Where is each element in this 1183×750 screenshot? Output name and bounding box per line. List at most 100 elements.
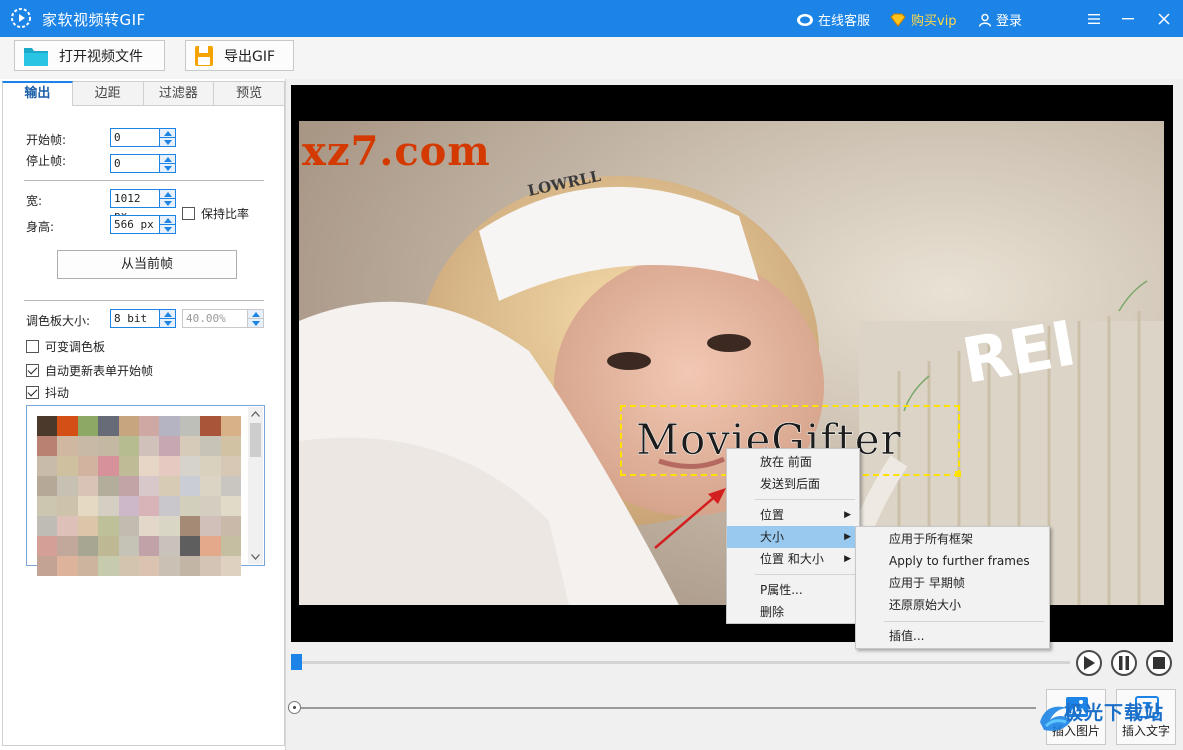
spin-up-icon[interactable] <box>160 190 175 198</box>
resize-handle[interactable] <box>955 471 961 477</box>
palette-swatch <box>118 516 139 536</box>
palette-swatch <box>57 536 78 556</box>
palette-swatch <box>138 436 160 456</box>
height-label: 身高: <box>26 220 55 234</box>
spin-down-icon[interactable] <box>160 318 175 327</box>
palette-swatch <box>179 516 201 536</box>
frame-slider[interactable] <box>286 700 1046 720</box>
keep-ratio-box[interactable] <box>182 207 195 220</box>
tab-output[interactable]: 输出 <box>2 81 73 106</box>
stop-frame-spinner[interactable]: 0 <box>110 154 176 173</box>
timeline-thumb[interactable] <box>291 654 302 670</box>
palette-swatch <box>77 476 99 496</box>
stop-frame-input[interactable]: 0 <box>110 154 160 173</box>
palette-swatch <box>179 436 201 456</box>
variable-palette-box[interactable] <box>26 340 39 353</box>
width-spinner[interactable]: 1012 px <box>110 189 176 222</box>
spin-up-icon[interactable] <box>160 216 175 224</box>
close-button[interactable] <box>1151 6 1177 32</box>
palette-swatch <box>37 496 58 516</box>
submenu-item-apply-earlier[interactable]: 应用于 早期帧 <box>856 572 1049 594</box>
height-spinner[interactable]: 566 px <box>110 215 176 234</box>
menu-item-send-back[interactable]: 发送到后面 <box>727 473 859 495</box>
palette-swatch <box>57 416 78 436</box>
export-gif-button[interactable]: 导出GIF <box>185 40 294 71</box>
palette-percent-spinner: 40.00% <box>182 309 264 328</box>
pause-button[interactable] <box>1111 650 1137 676</box>
spin-up-icon[interactable] <box>160 310 175 318</box>
palette-swatch <box>57 456 78 476</box>
dither-checkbox[interactable]: 抖动 <box>26 384 69 401</box>
scroll-up-icon[interactable] <box>251 411 260 417</box>
submenu-item-apply-all[interactable]: 应用于所有框架 <box>856 528 1049 550</box>
spin-up-icon[interactable] <box>160 129 175 137</box>
spin-down-icon[interactable] <box>160 198 175 207</box>
menu-item-position-size[interactable]: 位置 和大小 ▶ <box>727 548 859 570</box>
spin-up-icon[interactable] <box>160 155 175 163</box>
palette-swatch <box>98 416 119 436</box>
menu-item-delete[interactable]: 删除 <box>727 601 859 623</box>
frame-slider-track[interactable] <box>296 707 1036 709</box>
timeline-track[interactable] <box>297 661 1070 664</box>
login-link[interactable]: 登录 <box>978 10 1022 29</box>
spin-down-icon[interactable] <box>160 224 175 233</box>
watermark-text: xz7.com <box>302 128 491 175</box>
submenu-item-restore-size[interactable]: 还原原始大小 <box>856 594 1049 616</box>
frame-slider-knob[interactable] <box>288 701 301 714</box>
open-video-button[interactable]: 打开视频文件 <box>14 40 165 71</box>
palette-swatch <box>179 416 201 436</box>
start-frame-spinner[interactable]: 0 <box>110 128 176 147</box>
dither-box[interactable] <box>26 386 39 399</box>
minimize-button[interactable] <box>1115 6 1141 32</box>
menu-item-position[interactable]: 位置 ▶ <box>727 504 859 526</box>
tab-preview[interactable]: 预览 <box>214 81 285 106</box>
menu-button[interactable] <box>1081 6 1107 32</box>
tab-filters[interactable]: 过滤器 <box>143 81 215 106</box>
scroll-thumb[interactable] <box>250 423 261 457</box>
from-current-frame-button[interactable]: 从当前帧 <box>57 250 237 279</box>
palette-grid <box>37 416 241 576</box>
site-logo: 极光下载站 <box>1034 694 1182 750</box>
variable-palette-checkbox[interactable]: 可变调色板 <box>26 338 105 355</box>
menu-item-properties[interactable]: P属性... <box>727 579 859 601</box>
tab-margins[interactable]: 边距 <box>72 81 144 106</box>
palette-swatch <box>220 556 241 576</box>
palette-swatch <box>220 516 241 536</box>
save-disk-icon <box>195 45 213 66</box>
width-label: 宽: <box>26 194 43 208</box>
palette-swatch <box>179 536 201 556</box>
palette-swatch <box>37 416 58 436</box>
stop-button[interactable] <box>1146 650 1172 676</box>
height-input[interactable]: 566 px <box>110 215 160 234</box>
divider <box>24 180 264 181</box>
palette-swatch <box>37 556 58 576</box>
buy-vip-link[interactable]: 购买vip <box>889 10 957 29</box>
palette-scrollbar[interactable] <box>248 407 263 564</box>
palette-swatch <box>179 476 201 496</box>
start-frame-input[interactable]: 0 <box>110 128 160 147</box>
palette-swatch <box>98 516 119 536</box>
palette-size-input[interactable]: 8 bit <box>110 309 160 328</box>
spin-down-icon[interactable] <box>160 163 175 172</box>
play-button[interactable] <box>1076 650 1102 676</box>
width-input[interactable]: 1012 px <box>110 189 160 222</box>
online-service-link[interactable]: 在线客服 <box>796 10 870 29</box>
submenu-item-apply-further[interactable]: Apply to further frames <box>856 550 1049 572</box>
palette-swatch <box>200 536 221 556</box>
menu-item-size[interactable]: 大小 ▶ <box>727 526 859 548</box>
palette-swatch <box>77 416 99 436</box>
palette-swatch <box>138 556 160 576</box>
timeline <box>291 642 1183 682</box>
auto-update-checkbox[interactable]: 自动更新表单开始帧 <box>26 362 153 379</box>
scroll-down-icon[interactable] <box>251 554 260 560</box>
palette-swatch <box>118 536 139 556</box>
palette-swatch <box>37 536 58 556</box>
spin-down-icon[interactable] <box>160 137 175 146</box>
palette-swatch <box>200 556 221 576</box>
keep-ratio-checkbox[interactable]: 保持比率 <box>182 205 249 222</box>
menu-item-bring-front[interactable]: 放在 前面 <box>727 451 859 473</box>
auto-update-box[interactable] <box>26 364 39 377</box>
context-menu: 放在 前面 发送到后面 位置 ▶ 大小 ▶ 位置 和大小 ▶ P属性... 删除 <box>726 448 860 624</box>
palette-size-spinner[interactable]: 8 bit <box>110 309 176 328</box>
palette-swatch <box>57 516 78 536</box>
